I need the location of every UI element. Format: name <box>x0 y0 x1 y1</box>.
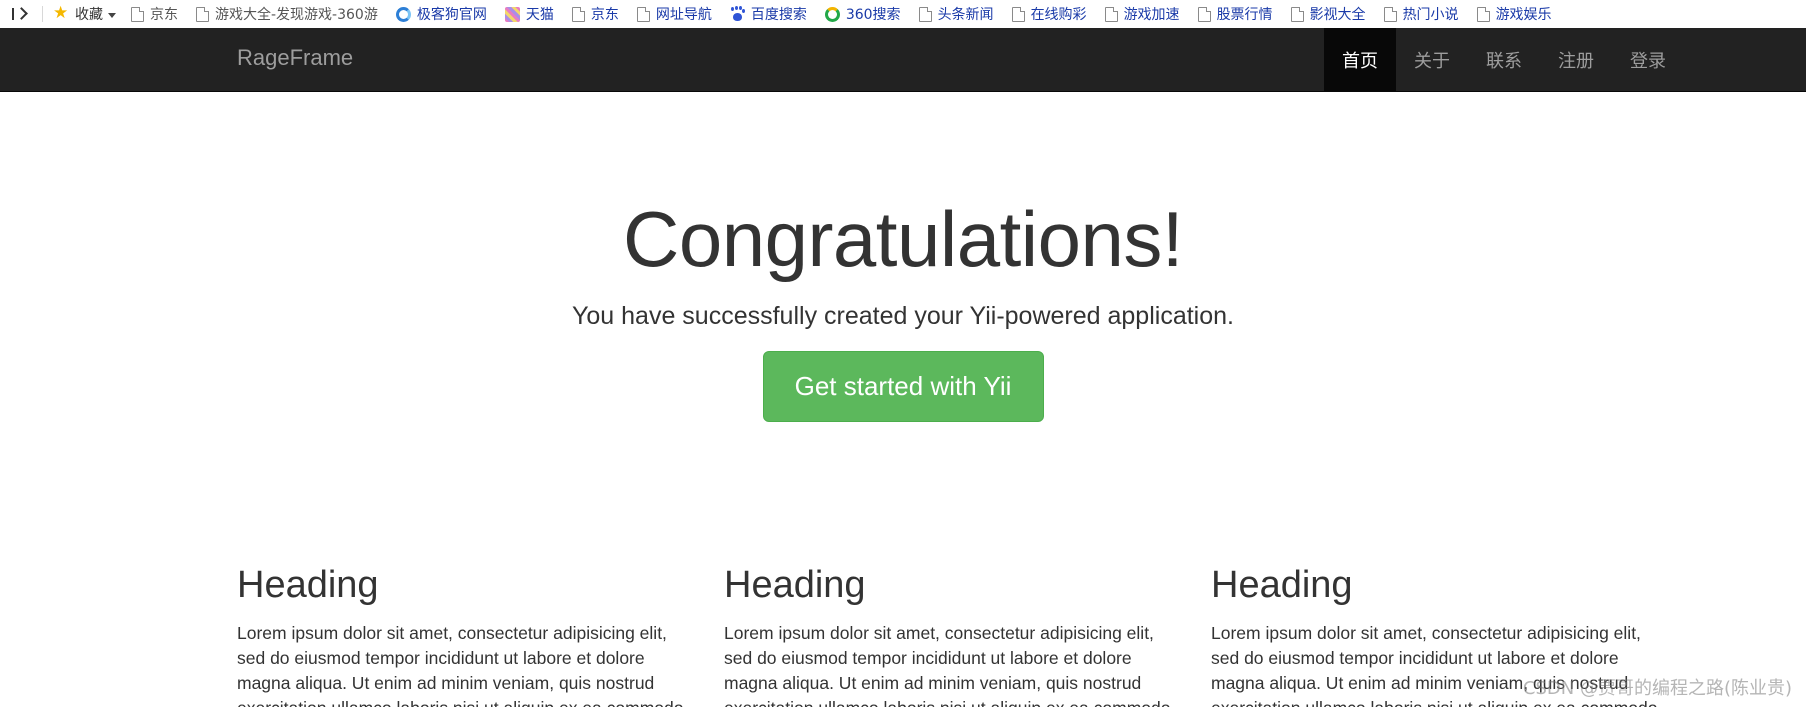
column-heading: Heading <box>237 564 379 606</box>
bookmark-item[interactable]: 京东 <box>571 4 619 24</box>
get-started-button[interactable]: Get started with Yii <box>762 351 1044 422</box>
navbar: RageFrame 首页 关于 联系 注册 登录 <box>0 28 1806 92</box>
star-icon <box>53 3 69 23</box>
bookmark-label: 在线购彩 <box>1030 7 1087 23</box>
swirl-icon <box>395 6 411 22</box>
bookmark-item[interactable]: 百度搜索 <box>730 4 807 24</box>
bookmark-label: 京东 <box>150 7 178 23</box>
bookmark-label: 股票行情 <box>1216 7 1273 23</box>
bookmark-label: 热门小说 <box>1402 7 1459 23</box>
page-icon <box>1104 6 1118 22</box>
bookmark-item[interactable]: 京东 <box>131 4 178 24</box>
page-icon <box>571 6 585 22</box>
bookmark-item[interactable]: 天猫 <box>504 4 554 24</box>
page-title: Congratulations! <box>622 195 1184 283</box>
bookmark-label: 京东 <box>590 7 619 23</box>
bookmark-label: 百度搜索 <box>750 7 807 23</box>
page-icon <box>1197 6 1211 22</box>
nav-item-home[interactable]: 首页 <box>1324 28 1396 91</box>
bookmark-label: 网址导航 <box>655 7 712 23</box>
bookmark-label: 极客狗官网 <box>416 7 487 23</box>
content-column: Heading Lorem ipsum dolor sit amet, cons… <box>724 564 1211 707</box>
chevron-down-icon[interactable] <box>107 7 117 22</box>
bookmark-item[interactable]: 网址导航 <box>636 4 712 24</box>
page-icon <box>131 6 144 22</box>
watermark: CSDN @贾哥的编程之路(陈业贵) <box>1522 678 1792 699</box>
bookmark-item[interactable]: 360搜索 <box>824 4 901 24</box>
page-icon <box>636 6 650 22</box>
paw-icon <box>730 6 745 22</box>
page-icon <box>196 6 209 22</box>
bookmark-label: 收藏 <box>75 7 103 23</box>
bookmark-item[interactable]: 头条新闻 <box>918 4 994 24</box>
bookmarks-bar: 收藏 京东 游戏大全-发现游戏-360游 极客狗官网 天猫 京东 网址导航 百度… <box>0 0 1806 28</box>
page-icon <box>1011 6 1025 22</box>
bookmark-item[interactable]: 游戏娱乐 <box>1476 4 1552 24</box>
bookmark-item[interactable]: 热门小说 <box>1383 4 1459 24</box>
jumbotron: Congratulations! You have successfully c… <box>0 92 1806 422</box>
bookmark-label: 游戏大全-发现游戏-360游 <box>215 7 378 23</box>
bookmarks-divider <box>42 6 43 22</box>
content-column: Heading Lorem ipsum dolor sit amet, cons… <box>237 564 724 707</box>
bookmark-item[interactable]: 在线购彩 <box>1011 4 1087 24</box>
sidebar-toggle-icon[interactable] <box>8 5 38 23</box>
column-text: Lorem ipsum dolor sit amet, consectetur … <box>724 622 1170 707</box>
bookmark-item[interactable]: 影视大全 <box>1290 4 1366 24</box>
content-columns: Heading Lorem ipsum dolor sit amet, cons… <box>237 564 1697 707</box>
nav-item-signup[interactable]: 注册 <box>1540 28 1612 91</box>
bookmark-item[interactable]: 股票行情 <box>1197 4 1273 24</box>
bookmark-item[interactable]: 游戏大全-发现游戏-360游 <box>196 4 378 24</box>
bookmark-label: 360搜索 <box>845 7 901 23</box>
nav-item-login[interactable]: 登录 <box>1612 28 1684 91</box>
column-heading: Heading <box>724 564 866 606</box>
bookmark-item[interactable]: 极客狗官网 <box>395 4 487 24</box>
bookmark-item[interactable]: 游戏加速 <box>1104 4 1180 24</box>
column-text: Lorem ipsum dolor sit amet, consectetur … <box>237 622 683 707</box>
bookmark-label: 头条新闻 <box>937 7 994 23</box>
page-icon <box>1383 6 1397 22</box>
column-heading: Heading <box>1211 564 1353 606</box>
bookmark-label: 游戏加速 <box>1123 7 1180 23</box>
cat-icon <box>504 6 520 22</box>
nav-item-about[interactable]: 关于 <box>1396 28 1468 91</box>
bookmark-favorites[interactable]: 收藏 <box>53 3 117 24</box>
brand-link[interactable]: RageFrame <box>237 45 353 71</box>
nav-item-contact[interactable]: 联系 <box>1468 28 1540 91</box>
ring-icon <box>824 6 840 22</box>
bookmark-label: 游戏娱乐 <box>1495 7 1552 23</box>
bookmark-label: 影视大全 <box>1309 7 1366 23</box>
page-icon <box>1290 6 1304 22</box>
nav-menu: 首页 关于 联系 注册 登录 <box>1324 28 1684 91</box>
page-icon <box>918 6 932 22</box>
lead-text: You have successfully created your Yii-p… <box>572 302 1234 330</box>
bookmark-label: 天猫 <box>525 7 554 23</box>
page-icon <box>1476 6 1490 22</box>
